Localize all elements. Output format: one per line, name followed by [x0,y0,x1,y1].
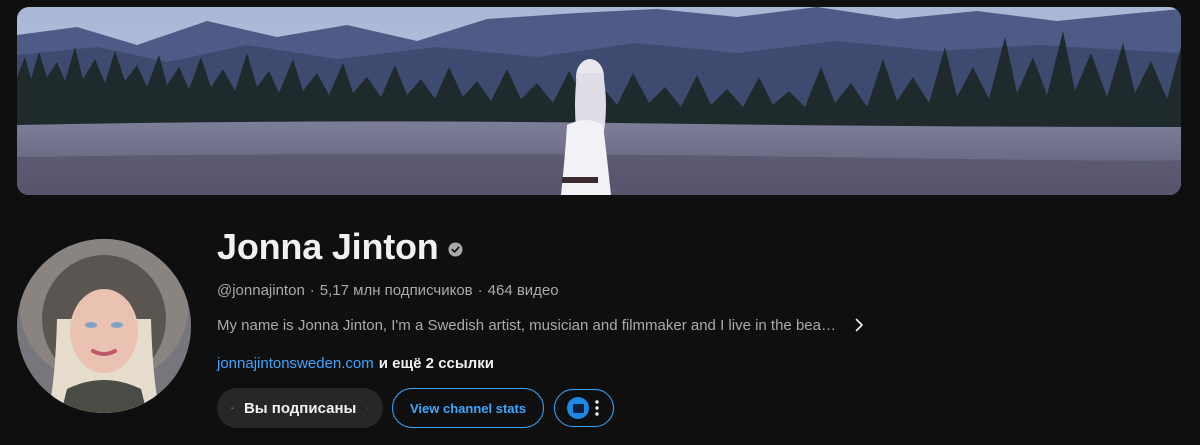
channel-avatar[interactable] [17,239,191,413]
more-links-button[interactable]: и ещё 2 ссылки [379,355,494,372]
video-count: 464 видео [487,281,559,299]
chevron-down-icon [366,407,369,409]
meta-separator: · [477,281,483,299]
description-text[interactable]: My name is Jonna Jinton, I'm a Swedish a… [217,317,841,334]
verified-check-icon [448,241,463,257]
bell-icon [231,406,234,410]
channel-links: jonnajintonsweden.com и ещё 2 ссылки [217,353,1117,373]
meta-separator: · [309,281,315,299]
channel-banner [17,7,1181,195]
channel-meta: @jonnajinton · 5,17 млн подписчиков · 46… [217,280,1117,300]
extension-logo-icon [567,397,590,419]
more-vert-icon [595,400,599,416]
avatar-image [17,239,191,413]
view-channel-stats-button[interactable]: View channel stats [392,388,545,428]
channel-page: Jonna Jinton @jonnajinton · 5,17 млн под… [0,0,1200,445]
channel-actions: Вы подписаны View channel stats [217,388,1117,428]
extension-logo-mark [572,403,584,413]
channel-title-row: Jonna Jinton [217,222,1117,272]
channel-title: Jonna Jinton [217,226,439,267]
channel-info: Jonna Jinton @jonnajinton · 5,17 млн под… [217,222,1117,428]
extension-menu-button[interactable] [554,389,615,427]
subscribed-button[interactable]: Вы подписаны [217,388,383,428]
channel-handle: @jonnajinton [217,281,305,299]
chevron-right-icon[interactable] [851,317,867,333]
banner-image [17,7,1181,195]
subscriber-count: 5,17 млн подписчиков [319,281,473,299]
subscribed-label: Вы подписаны [243,399,357,417]
channel-link[interactable]: jonnajintonsweden.com [217,355,374,372]
channel-description[interactable]: My name is Jonna Jinton, I'm a Swedish a… [217,314,1117,336]
